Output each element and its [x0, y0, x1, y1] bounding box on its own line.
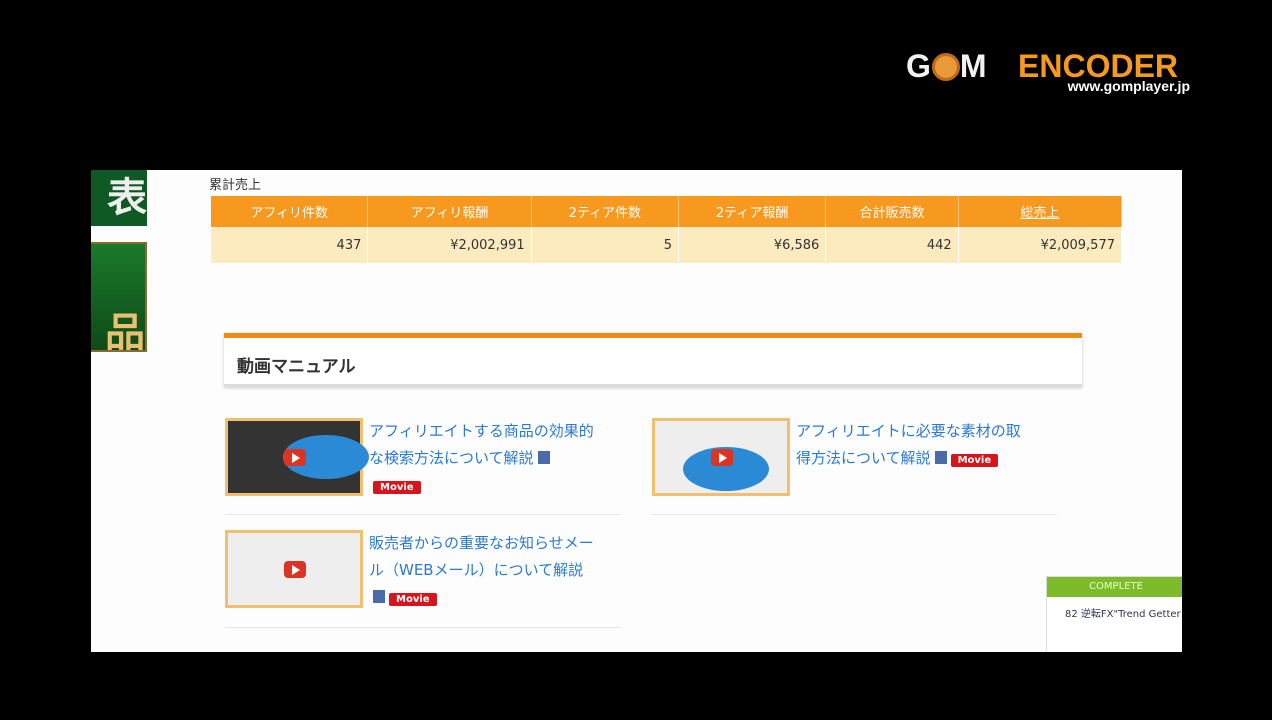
gom-encoder-watermark: GM ENCODER www.gomplayer.jp — [906, 48, 1190, 94]
cell: ¥6,586 — [678, 227, 827, 263]
video-link[interactable]: 販売者からの重要なお知らせメール（WEBメール）について解説 — [369, 534, 594, 579]
side-banner[interactable]: 品 — [91, 242, 147, 352]
header-cell: 2ティア件数 — [531, 196, 679, 227]
cell: 442 — [825, 227, 959, 263]
cell: 437 — [211, 227, 369, 263]
sales-table: アフィリ件数 アフィリ報酬 2ティア件数 2ティア報酬 合計販売数 総売上 43… — [211, 196, 1123, 263]
divider — [225, 514, 620, 515]
cell: 5 — [531, 227, 679, 263]
sales-label: 累計売上 — [209, 178, 262, 193]
divider — [225, 627, 620, 628]
video-thumbnail[interactable] — [652, 418, 790, 496]
video-item[interactable]: アフィリエイトする商品の効果的な検索方法について解説 Movie — [225, 418, 625, 528]
header-cell: 合計販売数 — [825, 196, 959, 227]
header-cell: 2ティア報酬 — [678, 196, 827, 227]
movie-badge: Movie — [373, 481, 421, 494]
video-item[interactable]: 販売者からの重要なお知らせメール（WEBメール）について解説 Movie — [225, 530, 625, 640]
film-reel-icon — [931, 53, 960, 81]
play-icon — [284, 561, 306, 578]
document-icon — [537, 451, 550, 464]
cell: ¥2,002,991 — [367, 227, 532, 263]
header-cell: アフィリ件数 — [211, 196, 369, 227]
complete-item-link[interactable]: 82 逆転FX"Trend Getter — [1047, 597, 1182, 620]
video-thumbnail[interactable] — [225, 418, 369, 496]
video-thumbnail[interactable] — [225, 530, 363, 608]
side-banner[interactable]: 表 — [91, 170, 147, 226]
cell: ¥2,009,577 — [958, 227, 1123, 263]
table-row: 437 ¥2,002,991 5 ¥6,586 442 ¥2,009,577 — [211, 227, 1123, 263]
play-icon — [284, 449, 306, 466]
movie-badge: Movie — [389, 593, 437, 606]
complete-widget: COMPLETE 82 逆転FX"Trend Getter — [1046, 576, 1182, 652]
video-link[interactable]: アフィリエイトする商品の効果的な検索方法について解説 — [369, 422, 594, 467]
header-cell-link[interactable]: 総売上 — [958, 196, 1123, 227]
divider — [652, 514, 1057, 515]
header-cell: アフィリ報酬 — [367, 196, 532, 227]
play-icon — [711, 449, 733, 466]
document-icon — [934, 451, 947, 464]
browser-content: 表 品 累計売上 アフィリ件数 アフィリ報酬 2ティア件数 2ティア報酬 合計販… — [91, 170, 1182, 652]
video-item[interactable]: アフィリエイトに必要な素材の取得方法について解説 Movie — [652, 418, 1052, 528]
document-icon — [373, 590, 385, 603]
movie-badge: Movie — [950, 454, 999, 467]
section-header: 動画マニュアル — [224, 333, 1082, 387]
